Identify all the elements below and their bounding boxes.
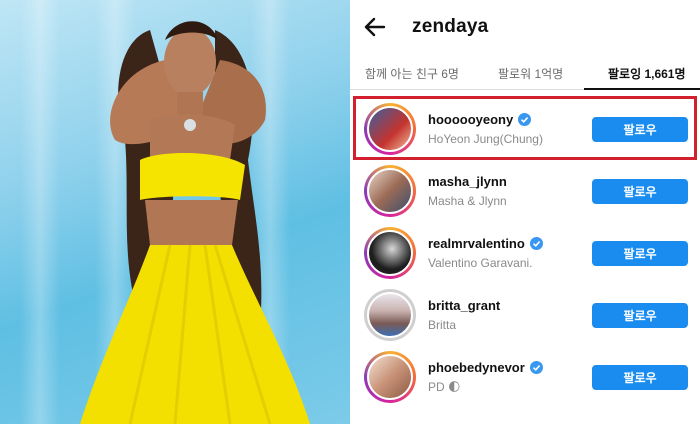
verified-badge-icon (529, 237, 543, 250)
follow-button[interactable]: 팔로우 (592, 303, 688, 328)
avatar-frame[interactable] (364, 289, 416, 341)
avatar (367, 292, 413, 338)
account-handle[interactable]: realmrvalentino (428, 236, 543, 251)
avatar (367, 168, 413, 214)
list-item[interactable]: realmrvalentino Valentino Garavani. 팔로우 (350, 222, 700, 284)
arrow-left-icon[interactable] (362, 14, 388, 40)
follow-button[interactable]: 팔로우 (592, 241, 688, 266)
follow-button[interactable]: 팔로우 (592, 117, 688, 142)
handle-text: masha_jlynn (428, 174, 507, 189)
tab-mutual-friends[interactable]: 함께 아는 친구 6명 (365, 65, 459, 82)
handle-text: phoebedynevor (428, 360, 525, 375)
tab-following[interactable]: 팔로잉 1,661명 (608, 65, 686, 82)
account-handle[interactable]: phoebedynevor (428, 360, 543, 375)
account-name: Valentino Garavani. (428, 256, 533, 270)
account-name: PD 🌓 (428, 380, 461, 394)
account-handle[interactable]: britta_grant (428, 298, 500, 313)
tab-followers[interactable]: 팔로워 1억명 (498, 65, 563, 82)
follow-button[interactable]: 팔로우 (592, 365, 688, 390)
instagram-following-panel: zendaya 함께 아는 친구 6명 팔로워 1억명 팔로잉 1,661명 h… (350, 0, 700, 424)
avatar (367, 230, 413, 276)
avatar (367, 106, 413, 152)
story-ring[interactable] (364, 103, 416, 155)
photo-panel (0, 0, 350, 424)
list-item[interactable]: hoooooyeony HoYeon Jung(Chung) 팔로우 (350, 98, 700, 160)
list-item[interactable]: britta_grant Britta 팔로우 (350, 284, 700, 346)
story-ring[interactable] (364, 351, 416, 403)
account-name: Britta (428, 318, 457, 332)
top-bar: zendaya (350, 0, 700, 56)
verified-badge-icon (529, 361, 543, 374)
avatar (367, 354, 413, 400)
handle-text: hoooooyeony (428, 112, 514, 127)
account-name: Masha & Jlynn (428, 194, 507, 208)
active-tab-indicator (584, 88, 700, 90)
list-item[interactable]: phoebedynevor PD 🌓 팔로우 (350, 346, 700, 408)
profile-username: zendaya (412, 16, 489, 37)
story-ring[interactable] (364, 165, 416, 217)
follow-button[interactable]: 팔로우 (592, 179, 688, 204)
story-ring[interactable] (364, 227, 416, 279)
account-handle[interactable]: hoooooyeony (428, 112, 532, 127)
account-handle[interactable]: masha_jlynn (428, 174, 507, 189)
tab-bar: 함께 아는 친구 6명 팔로워 1억명 팔로잉 1,661명 (350, 56, 700, 90)
model-photo (80, 21, 310, 424)
handle-text: britta_grant (428, 298, 501, 313)
handle-text: realmrvalentino (428, 236, 525, 251)
account-name: HoYeon Jung(Chung) (428, 132, 543, 146)
verified-badge-icon (518, 113, 532, 126)
list-item[interactable]: masha_jlynn Masha & Jlynn 팔로우 (350, 160, 700, 222)
